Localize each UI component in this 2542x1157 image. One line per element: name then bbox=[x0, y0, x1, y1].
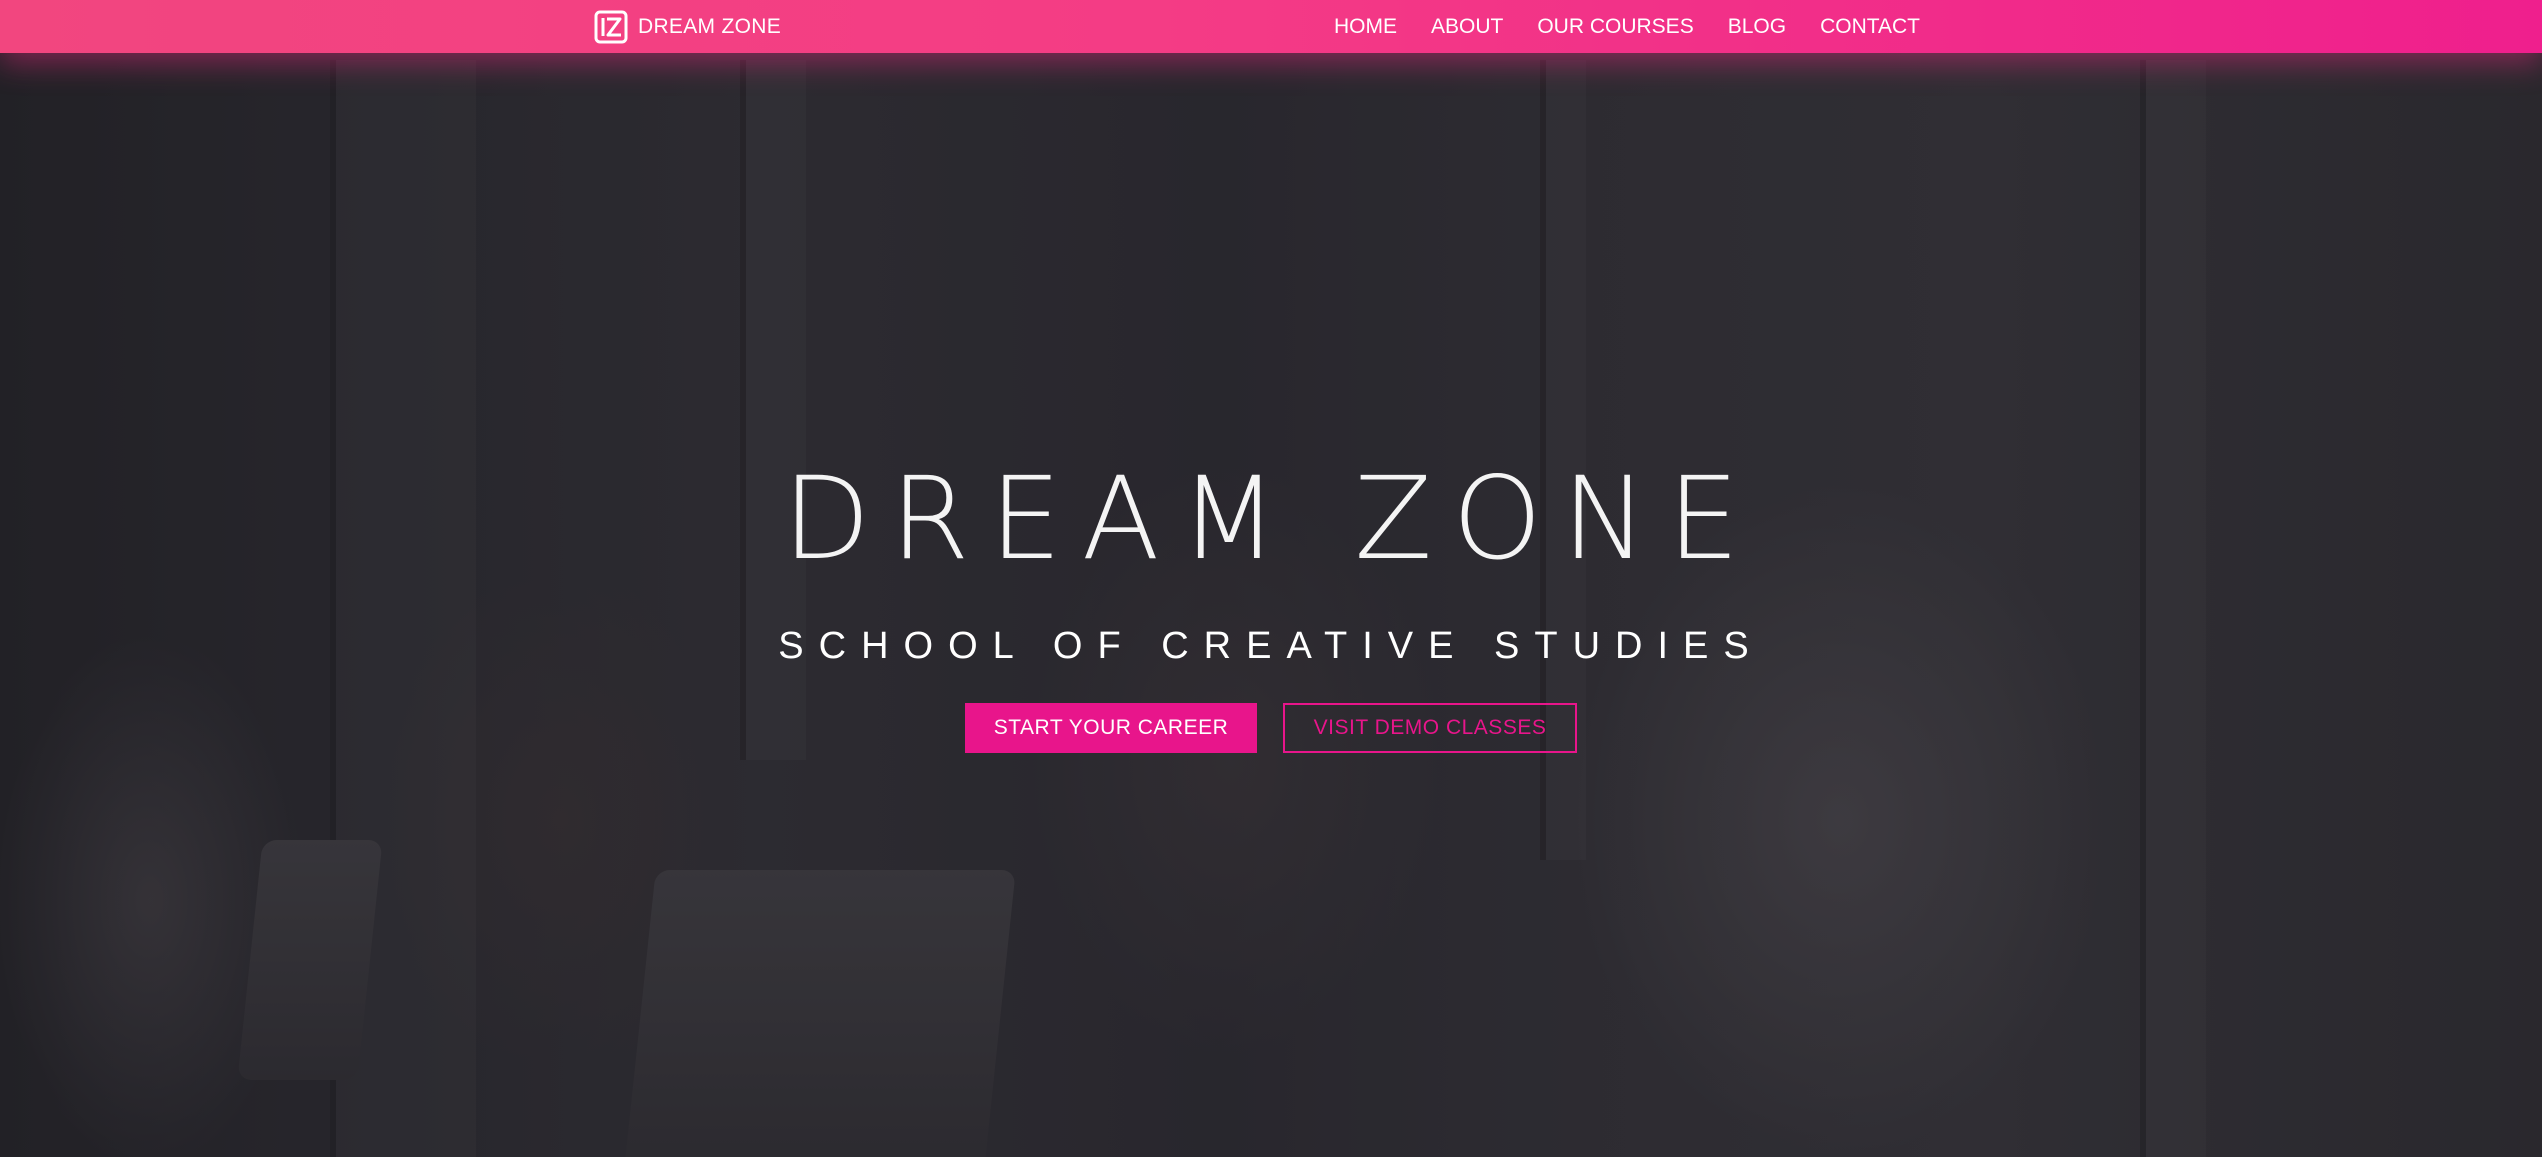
main-nav: HOME ABOUT OUR COURSES BLOG CONTACT bbox=[1334, 0, 1920, 53]
brand-name: DREAM ZONE bbox=[638, 15, 782, 38]
hero-subtitle: SCHOOL OF CREATIVE STUDIES bbox=[778, 625, 1764, 667]
nav-link-contact[interactable]: CONTACT bbox=[1820, 15, 1920, 39]
nav-link-our-courses[interactable]: OUR COURSES bbox=[1537, 15, 1693, 39]
brand-home-link[interactable]: DREAM ZONE bbox=[594, 8, 781, 46]
hero-title: DREAM ZONE bbox=[782, 452, 1760, 585]
top-navbar: DREAM ZONE HOME ABOUT OUR COURSES BLOG C… bbox=[0, 0, 2542, 53]
dz-logo-icon bbox=[594, 10, 628, 44]
nav-link-about[interactable]: ABOUT bbox=[1431, 15, 1503, 39]
visit-demo-classes-button[interactable]: VISIT DEMO CLASSES bbox=[1283, 703, 1577, 753]
hero-cta-group: START YOUR CAREER VISIT DEMO CLASSES bbox=[0, 703, 2542, 753]
page: DREAM ZONE HOME ABOUT OUR COURSES BLOG C… bbox=[0, 0, 2542, 1157]
nav-link-home[interactable]: HOME bbox=[1334, 15, 1397, 39]
start-your-career-button[interactable]: START YOUR CAREER bbox=[965, 703, 1257, 753]
nav-link-blog[interactable]: BLOG bbox=[1728, 15, 1786, 39]
